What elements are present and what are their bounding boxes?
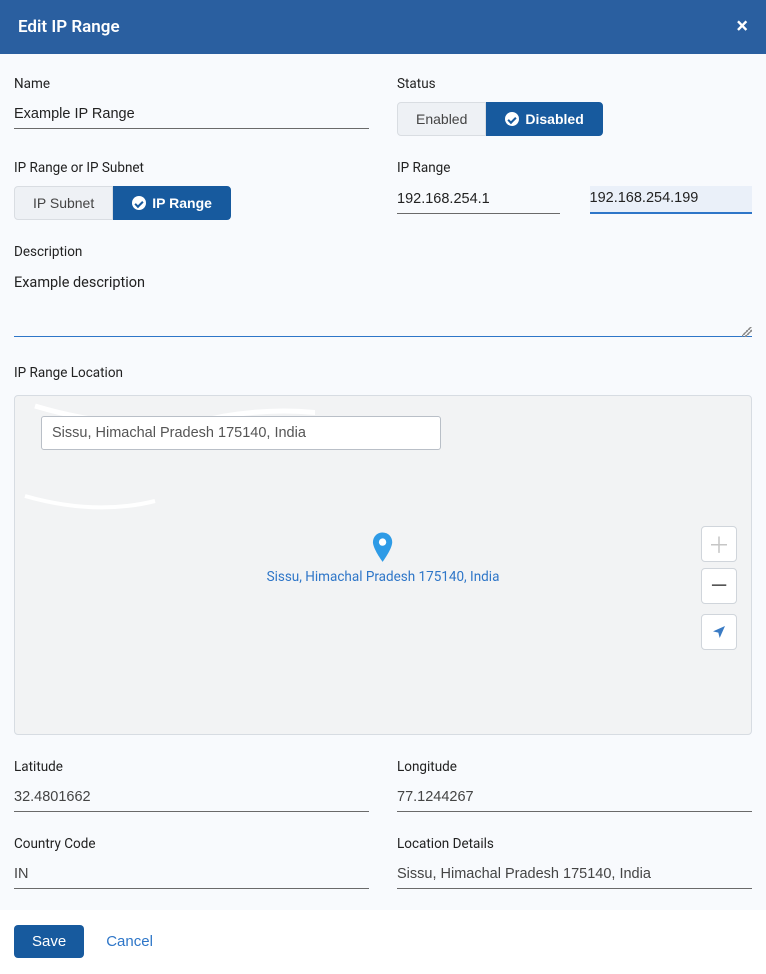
location-section-label: IP Range Location — [14, 365, 752, 381]
ip-range-label: IP Range — [397, 160, 752, 176]
type-label: IP Range or IP Subnet — [14, 160, 369, 176]
ip-range-start-input[interactable] — [397, 186, 560, 214]
status-disabled-label: Disabled — [525, 111, 583, 127]
description-label: Description — [14, 244, 752, 260]
field-status: Status Enabled Disabled — [397, 76, 752, 136]
modal-body: Name Status Enabled Disabled — [0, 54, 766, 910]
check-icon — [505, 112, 519, 126]
field-location-details: Location Details — [397, 836, 752, 889]
save-button[interactable]: Save — [14, 925, 84, 958]
modal-header: Edit IP Range × — [0, 0, 766, 54]
map-locate-button[interactable] — [701, 614, 737, 650]
resize-handle-icon[interactable] — [742, 327, 752, 337]
latitude-input[interactable] — [14, 785, 369, 812]
longitude-input[interactable] — [397, 785, 752, 812]
ip-range-end-input[interactable] — [590, 186, 753, 214]
map-search-input[interactable] — [41, 416, 441, 450]
country-code-label: Country Code — [14, 836, 369, 852]
map[interactable]: Sissu, Himachal Pradesh 175140, India ＋ … — [14, 395, 752, 735]
plus-icon: ＋ — [708, 528, 730, 560]
locate-icon — [711, 624, 727, 640]
field-country-code: Country Code — [14, 836, 369, 889]
modal-footer: Save Cancel — [0, 910, 766, 974]
cancel-button[interactable]: Cancel — [106, 933, 153, 950]
type-subnet-label: IP Subnet — [33, 195, 94, 211]
type-range-button[interactable]: IP Range — [113, 186, 231, 220]
status-toggle: Enabled Disabled — [397, 102, 752, 136]
field-location: IP Range Location Siss — [14, 365, 752, 735]
type-range-label: IP Range — [152, 195, 212, 211]
name-input[interactable] — [14, 102, 369, 129]
location-details-input[interactable] — [397, 862, 752, 889]
status-label: Status — [397, 76, 752, 92]
modal-edit-ip-range: Edit IP Range × Name Status Enabled — [0, 0, 766, 974]
longitude-label: Longitude — [397, 759, 752, 775]
minus-icon: — — [710, 574, 727, 599]
type-toggle: IP Subnet IP Range — [14, 186, 369, 220]
close-icon[interactable]: × — [736, 16, 748, 38]
status-disabled-button[interactable]: Disabled — [486, 102, 602, 136]
field-name: Name — [14, 76, 369, 129]
status-enabled-button[interactable]: Enabled — [397, 102, 486, 136]
latitude-label: Latitude — [14, 759, 369, 775]
field-description: Description — [14, 244, 752, 341]
country-code-input[interactable] — [14, 862, 369, 889]
map-pin[interactable]: Sissu, Himachal Pradesh 175140, India — [267, 532, 500, 585]
modal-title: Edit IP Range — [18, 17, 120, 37]
check-icon — [132, 196, 146, 210]
type-subnet-button[interactable]: IP Subnet — [14, 186, 113, 220]
map-pin-label: Sissu, Himachal Pradesh 175140, India — [267, 569, 500, 585]
field-latitude: Latitude — [14, 759, 369, 812]
field-longitude: Longitude — [397, 759, 752, 812]
map-zoom-out-button[interactable]: — — [701, 568, 737, 604]
description-input[interactable] — [14, 270, 752, 337]
location-details-label: Location Details — [397, 836, 752, 852]
field-type: IP Range or IP Subnet IP Subnet IP Range — [14, 160, 369, 220]
status-enabled-label: Enabled — [416, 111, 467, 127]
map-pin-icon — [372, 532, 394, 562]
name-label: Name — [14, 76, 369, 92]
field-ip-range: IP Range — [397, 160, 752, 214]
map-zoom-in-button[interactable]: ＋ — [701, 526, 737, 562]
